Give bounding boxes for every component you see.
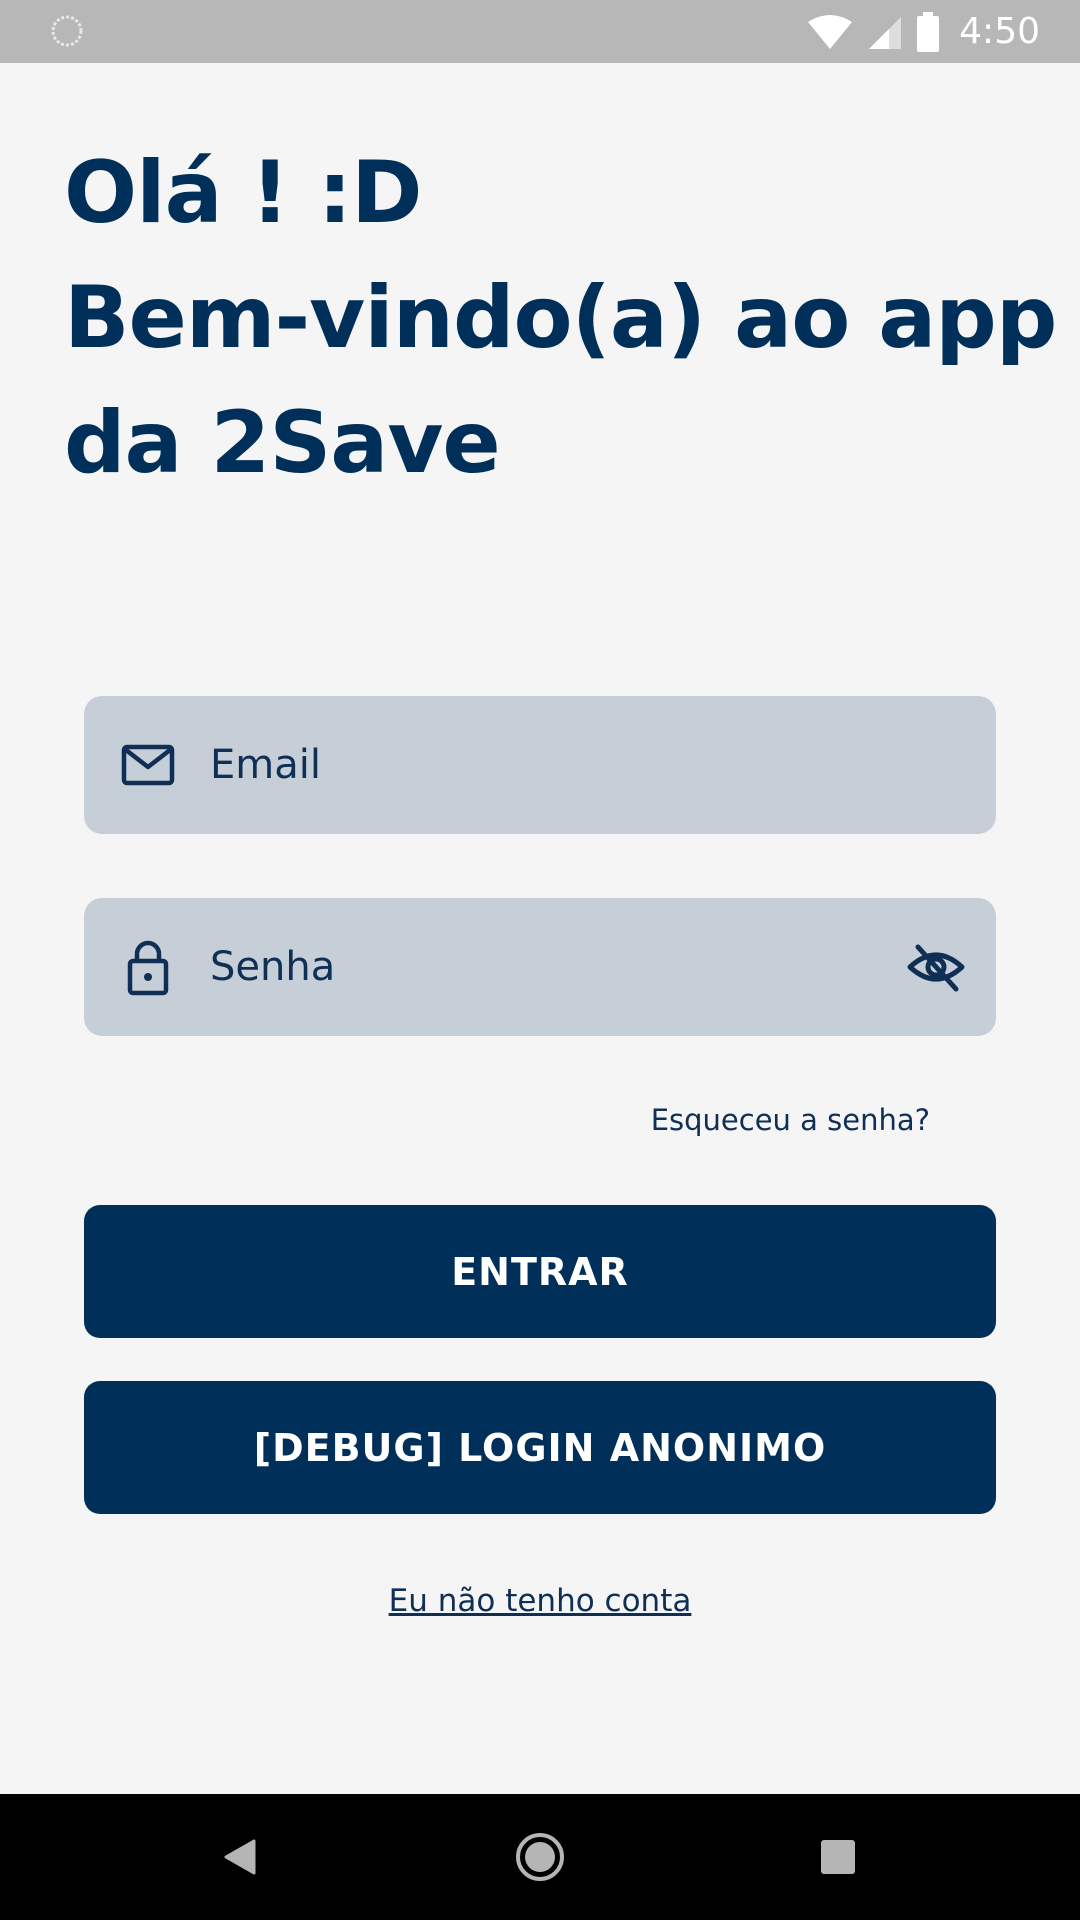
status-time: 4:50 bbox=[959, 11, 1040, 52]
debug-anonymous-login-button[interactable]: [DEBUG] LOGIN ANONIMO bbox=[84, 1381, 996, 1514]
welcome-line-2: Bem-vindo(a) ao app bbox=[64, 268, 1057, 368]
welcome-heading: Olá ! :D Bem-vindo(a) ao app da 2Save bbox=[64, 131, 1057, 506]
email-field[interactable] bbox=[84, 696, 996, 834]
email-input[interactable] bbox=[210, 696, 910, 834]
status-bar: 4:50 bbox=[0, 0, 1080, 63]
eye-off-icon[interactable] bbox=[906, 937, 966, 997]
loading-icon bbox=[51, 15, 83, 47]
enter-button[interactable]: ENTRAR bbox=[84, 1205, 996, 1338]
welcome-line-1: Olá ! :D bbox=[64, 143, 423, 243]
mail-icon bbox=[121, 744, 175, 786]
login-screen: Olá ! :D Bem-vindo(a) ao app da 2Save Es… bbox=[0, 63, 1080, 1794]
battery-icon bbox=[917, 11, 940, 52]
signal-icon bbox=[869, 16, 902, 49]
status-icons: 4:50 bbox=[807, 0, 1040, 63]
no-account-link[interactable]: Eu não tenho conta bbox=[0, 1583, 1080, 1619]
home-icon[interactable] bbox=[510, 1827, 570, 1887]
back-icon[interactable] bbox=[210, 1827, 270, 1887]
password-input[interactable] bbox=[210, 898, 910, 1036]
lock-icon bbox=[127, 940, 169, 996]
password-field[interactable] bbox=[84, 898, 996, 1036]
welcome-line-3: da 2Save bbox=[64, 393, 501, 493]
recent-apps-icon[interactable] bbox=[808, 1827, 868, 1887]
forgot-password-link[interactable]: Esqueceu a senha? bbox=[651, 1103, 930, 1137]
wifi-icon bbox=[808, 14, 853, 49]
navigation-bar bbox=[0, 1794, 1080, 1920]
